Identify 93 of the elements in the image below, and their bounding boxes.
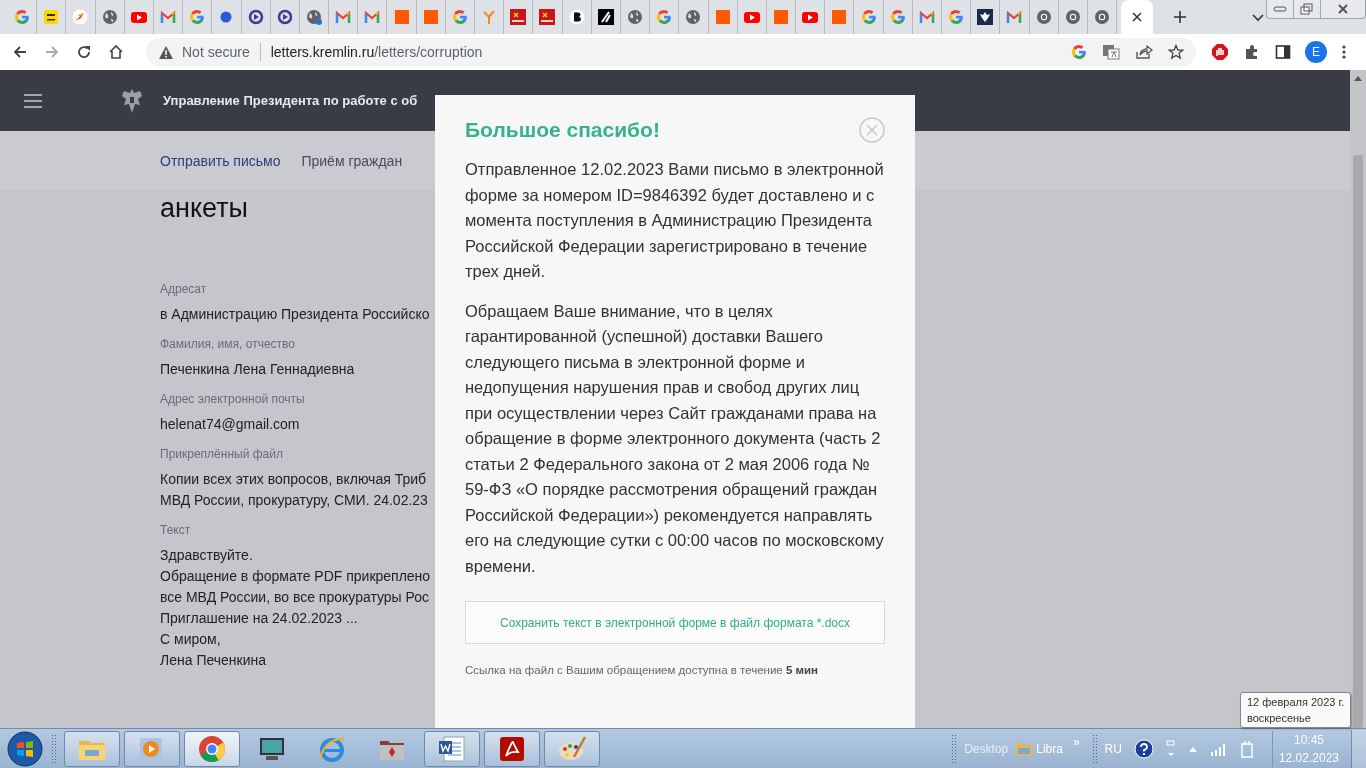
taskbar-app[interactable] (424, 730, 480, 767)
video-play-icon (802, 9, 819, 25)
video-play-icon (130, 9, 147, 25)
field-label: Текст (160, 523, 191, 537)
security-status: Not secure (182, 44, 250, 60)
field-value: helenat74@gmail.com (160, 415, 301, 434)
serif-b-icon (568, 9, 585, 25)
forward-icon[interactable] (44, 44, 60, 60)
field-value: в Администрацию Президента Российско (160, 305, 431, 324)
google-logo-icon (860, 9, 877, 25)
field-value: Копии всех этих вопросов, включая Триб МВД России, прокуратуру, СМИ. 24.02.23 (160, 470, 429, 510)
eagle-emblem-icon (977, 9, 994, 25)
warning-icon (158, 44, 174, 60)
clock[interactable]: 10:45 12.02.2023 (1271, 730, 1345, 767)
video-play-icon (743, 9, 760, 25)
date-tooltip: 12 февраля 2023 г. воскресенье (1240, 692, 1352, 728)
chrome-logo-icon (1064, 9, 1081, 25)
toolbar-label[interactable]: Libra (1036, 741, 1063, 756)
star-icon[interactable] (1168, 44, 1184, 60)
language-indicator[interactable]: RU (1104, 741, 1122, 756)
globe-icon (101, 9, 118, 25)
stop-hand-icon[interactable] (1211, 43, 1229, 61)
home-icon[interactable] (108, 44, 124, 60)
link-expiry-note: Ссылка на файл с Вашим обращением доступна в течение 5 мин (465, 664, 820, 676)
party-logo-icon (539, 9, 556, 25)
menu-icon[interactable] (24, 93, 42, 108)
dialog-paragraph: Отправленное 12.02.2023 Вами письмо в электронной форме за номером ID=9846392 будет доставлено и с момента поступления в Администрацию Президента Российской Федерации зарегистрировано в течение трех дней. (465, 159, 885, 282)
google-logo-icon (451, 9, 468, 25)
nav-link[interactable]: Отправить письмо (160, 152, 281, 169)
mail-icon (1006, 9, 1023, 25)
site-logo-icon (43, 9, 60, 25)
dialog-title: Большое спасибо! (465, 118, 660, 142)
new-tab-icon[interactable] (1173, 10, 1188, 24)
chrome-logo-icon (1094, 9, 1111, 25)
restore-icon (1300, 3, 1314, 15)
mail-icon (335, 9, 352, 25)
more-menu-icon[interactable] (1342, 44, 1346, 60)
site-logo-icon (422, 9, 439, 25)
taskbar-app[interactable] (184, 730, 240, 767)
site-logo-icon (772, 9, 789, 25)
share-icon[interactable] (1135, 44, 1153, 60)
field-label: Прикреплённый файл (160, 447, 283, 461)
save-button[interactable]: Сохранить текст в электронной форме в файл формата *.docx (465, 601, 885, 644)
close-icon[interactable] (1131, 11, 1144, 23)
mail-icon (364, 9, 381, 25)
google-logo-icon[interactable] (1071, 44, 1087, 60)
bird-icon (72, 9, 89, 25)
puzzle-piece-icon[interactable] (1244, 44, 1260, 60)
site-logo-icon (714, 9, 731, 25)
google-logo-icon (656, 9, 673, 25)
start-orb-icon[interactable] (7, 730, 43, 767)
translate-icon[interactable] (1102, 44, 1120, 60)
help-icon[interactable] (1133, 738, 1154, 759)
slash-logo-icon (597, 9, 614, 25)
address-bar[interactable]: Not secure letters.kremlin.ru/letters/corruption (146, 38, 1196, 66)
side-panel-icon[interactable] (1275, 44, 1291, 60)
site-logo-icon (393, 9, 410, 25)
nav-link[interactable]: Приём граждан (301, 152, 403, 169)
google-logo-icon (189, 9, 206, 25)
dialog-paragraph: Обращаем Ваше внимание, что в целях гарантированной (успешной) доставки Вашего следующего письма в электронной форме и недопущения нарушения прав и свобод других лиц при осуществлении через Сайт гражданами права на обращение в форме электронного документа (часть 2 статьи 2 Федерального закона от 2 мая 2006 года № 59-ФЗ «О порядке рассмотрения обращений граждан Российской Федерации») рекомендуется направлять его на следующие сутки с 00:00 часов по московскому времени. (465, 300, 885, 577)
close-icon (1337, 4, 1349, 14)
url-text: letters.kremlin.ru/letters/corruption (270, 44, 483, 60)
globe-icon (305, 9, 322, 25)
taskbar-app[interactable] (484, 730, 540, 767)
site-title: Управление Президента по работе с об (163, 93, 418, 108)
field-value: Печенкина Лена Геннадиевна (160, 360, 356, 379)
google-logo-icon (889, 9, 906, 25)
field-value: Здравствуйте. Обращение в формате PDF прикреплено все МВД России, во все прокуратуры Рос Приглашение на 24.02.2023 ... С миром, Лена Печенкина (160, 546, 432, 670)
site-logo-icon (831, 9, 848, 25)
mail-icon (160, 9, 177, 25)
chrome-logo-icon (1035, 9, 1052, 25)
show-desktop-button[interactable] (1351, 729, 1366, 768)
play-circle-icon (276, 9, 293, 25)
mail-icon (918, 9, 935, 25)
party-logo-icon (510, 9, 527, 25)
play-circle-icon (247, 9, 264, 25)
fork-icon (481, 9, 498, 25)
minimize-icon (1273, 5, 1287, 13)
page-heading: анкеты (160, 193, 248, 224)
reload-icon[interactable] (76, 44, 92, 60)
window-arrows-icon[interactable] (1165, 738, 1176, 759)
back-icon[interactable] (12, 44, 28, 60)
globe-icon (685, 9, 702, 25)
profile-avatar[interactable]: E (1305, 41, 1327, 63)
overflow-chevron[interactable]: » (1072, 735, 1080, 749)
toolbar-label[interactable]: Desktop (964, 741, 1009, 756)
field-label: Адрес электронной почты (160, 392, 305, 406)
google-logo-icon (948, 9, 965, 25)
folder-icon (1015, 740, 1034, 757)
google-logo-icon (14, 9, 31, 25)
field-label: Фамилия, имя, отчество (160, 337, 295, 351)
field-label: Адресат (160, 282, 207, 296)
globe-icon (627, 9, 644, 25)
